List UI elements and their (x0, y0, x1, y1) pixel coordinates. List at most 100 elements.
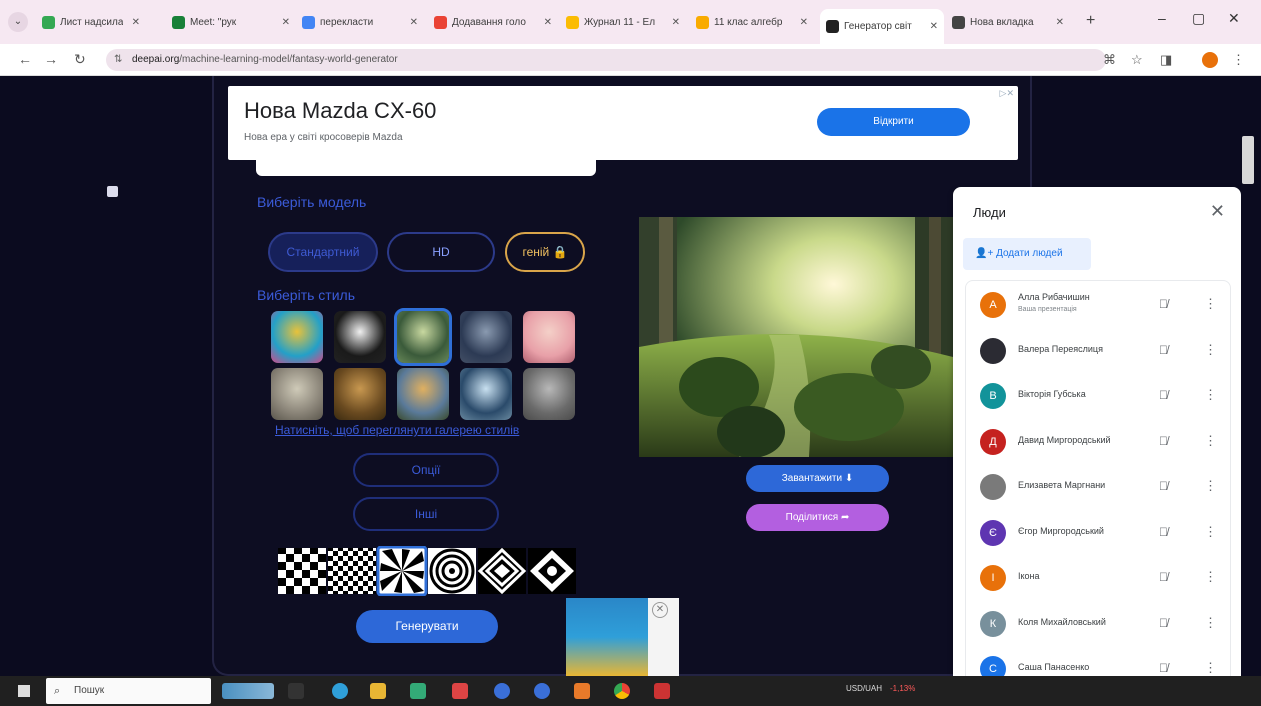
pattern-diamond[interactable] (477, 547, 527, 595)
mic-muted-icon[interactable]: 🎙̸ (1159, 661, 1168, 675)
url-input[interactable]: ⇅ deepai.org/machine-learning-model/fant… (106, 49, 1106, 71)
site-info-icon[interactable]: ⇅ (114, 49, 122, 71)
tab-search-icon[interactable]: ⌄ (8, 12, 28, 32)
new-tab-button[interactable]: + (1086, 12, 1095, 30)
close-panel-icon[interactable]: ✕ (1210, 201, 1225, 222)
close-window-icon[interactable]: ✕ (1228, 10, 1240, 27)
app-icon[interactable] (452, 683, 468, 699)
mic-muted-icon[interactable]: 🎙̸ (1159, 343, 1168, 357)
download-button[interactable]: Завантажити ⬇ (746, 465, 889, 492)
menu-icon[interactable]: ⋮ (1232, 52, 1245, 68)
reload-icon[interactable]: ↻ (74, 51, 86, 68)
more-options-icon[interactable]: ⋮ (1204, 478, 1217, 494)
pattern-checker-large[interactable] (278, 548, 326, 594)
app-orange-icon[interactable] (574, 683, 590, 699)
mic-muted-icon[interactable]: 🎙̸ (1159, 525, 1168, 539)
browser-tab[interactable]: Генератор світ ✕ (820, 9, 944, 44)
style-thumbnail[interactable] (334, 368, 386, 420)
small-ad[interactable]: ✕ (566, 598, 679, 676)
more-options-icon[interactable]: ⋮ (1204, 296, 1217, 312)
style-thumbnail[interactable] (394, 308, 452, 366)
style-thumbnail[interactable] (334, 311, 386, 363)
browser-tab[interactable]: Додавання голо ✕ (428, 9, 558, 35)
model-standard-button[interactable]: Стандартний (268, 232, 378, 272)
task-view-icon[interactable] (288, 683, 304, 699)
profile-avatar[interactable] (1202, 52, 1218, 68)
pattern-spiral[interactable] (376, 546, 428, 596)
participant-row[interactable]: Є Єгор Миргородський 🎙̸ ⋮ (966, 511, 1230, 557)
generated-image[interactable] (639, 217, 953, 457)
landscape-widget-icon[interactable] (222, 683, 274, 699)
more-options-icon[interactable]: ⋮ (1204, 660, 1217, 676)
pattern-checker-small[interactable] (328, 548, 376, 594)
close-tab-icon[interactable]: ✕ (672, 17, 680, 28)
small-ad-close-icon[interactable]: ✕ (652, 602, 668, 618)
browser-tab[interactable]: Лист надсилан ✕ (36, 9, 146, 35)
more-options-icon[interactable]: ⋮ (1204, 387, 1217, 403)
browser-tab[interactable]: Нова вкладка ✕ (946, 9, 1070, 35)
ad-choices-icon[interactable]: ▷✕ (1000, 88, 1014, 99)
translate-icon[interactable]: ⌘ (1103, 52, 1116, 68)
more-options-button[interactable]: Інші (353, 497, 499, 531)
browser-tab[interactable]: перекласти ✕ (296, 9, 424, 35)
browser-tab[interactable]: Журнал 11 - Ел ✕ (560, 9, 686, 35)
app-blue2-icon[interactable] (534, 683, 550, 699)
pattern-starburst[interactable] (528, 548, 576, 594)
file-explorer-icon[interactable] (370, 683, 386, 699)
app-blue-icon[interactable] (494, 683, 510, 699)
mic-muted-icon[interactable]: 🎙̸ (1159, 388, 1168, 402)
edge-icon[interactable] (332, 683, 348, 699)
close-tab-icon[interactable]: ✕ (800, 17, 808, 28)
more-options-icon[interactable]: ⋮ (1204, 569, 1217, 585)
model-hd-button[interactable]: HD (387, 232, 495, 272)
participant-row[interactable]: А Алла Рибачишин Ваша презентація 🎙̸ ⋮ (966, 283, 1230, 329)
more-options-icon[interactable]: ⋮ (1204, 524, 1217, 540)
style-thumbnail[interactable] (460, 368, 512, 420)
mic-muted-icon[interactable]: 🎙̸ (1159, 297, 1168, 311)
text-input-edge[interactable] (256, 160, 596, 176)
style-thumbnail[interactable] (271, 368, 323, 420)
mazda-ad[interactable]: Нова Mazda CX-60 Нова ера у світі кросов… (228, 86, 1018, 160)
mic-muted-icon[interactable]: 🎙̸ (1159, 616, 1168, 630)
chrome-icon[interactable] (614, 683, 630, 699)
participant-row[interactable]: К Коля Михайловський 🎙̸ ⋮ (966, 602, 1230, 648)
scrollbar-thumb[interactable] (1242, 136, 1254, 184)
maximize-icon[interactable]: ▢ (1192, 10, 1205, 27)
participant-row[interactable]: Д Давид Миргородський 🎙̸ ⋮ (966, 420, 1230, 466)
share-button[interactable]: Поділитися ➦ (746, 504, 889, 531)
more-options-icon[interactable]: ⋮ (1204, 615, 1217, 631)
ad-open-button[interactable]: Відкрити (817, 108, 970, 136)
model-genius-button[interactable]: геній 🔒 (505, 232, 585, 272)
back-icon[interactable]: ← (18, 51, 32, 67)
close-tab-icon[interactable]: ✕ (132, 17, 140, 28)
mic-muted-icon[interactable]: 🎙̸ (1159, 570, 1168, 584)
close-tab-icon[interactable]: ✕ (1056, 17, 1064, 28)
forward-icon[interactable]: → (44, 51, 58, 67)
add-people-button[interactable]: 👤+ Додати людей (963, 238, 1091, 270)
mic-muted-icon[interactable]: 🎙̸ (1159, 479, 1168, 493)
side-panel-icon[interactable]: ◨ (1160, 52, 1172, 68)
style-thumbnail[interactable] (271, 311, 323, 363)
close-tab-icon[interactable]: ✕ (282, 17, 290, 28)
taskbar-search-input[interactable]: ⌕ Пошук (46, 678, 211, 704)
minimize-icon[interactable]: – (1158, 10, 1166, 26)
participant-row[interactable]: І Ікона 🎙̸ ⋮ (966, 556, 1230, 602)
mic-muted-icon[interactable]: 🎙̸ (1159, 434, 1168, 448)
style-thumbnail[interactable] (397, 368, 449, 420)
style-thumbnail[interactable] (523, 368, 575, 420)
participant-row[interactable]: Елизавета Маргнани 🎙̸ ⋮ (966, 465, 1230, 511)
more-options-icon[interactable]: ⋮ (1204, 433, 1217, 449)
participant-row[interactable]: Валера Переяслиця 🎙̸ ⋮ (966, 329, 1230, 375)
style-thumbnail[interactable] (460, 311, 512, 363)
generate-button[interactable]: Генерувати (356, 610, 498, 643)
close-tab-icon[interactable]: ✕ (410, 17, 418, 28)
participant-row[interactable]: В Вікторія Губська 🎙̸ ⋮ (966, 374, 1230, 420)
pattern-concentric[interactable] (428, 548, 476, 594)
page-scrollbar[interactable] (1241, 76, 1261, 676)
close-tab-icon[interactable]: ✕ (930, 21, 938, 32)
store-icon[interactable] (410, 683, 426, 699)
currency-widget[interactable]: USD/UAH -1,13% (846, 684, 915, 693)
style-thumbnail[interactable] (523, 311, 575, 363)
close-tab-icon[interactable]: ✕ (544, 17, 552, 28)
windows-start-icon[interactable] (18, 685, 30, 697)
